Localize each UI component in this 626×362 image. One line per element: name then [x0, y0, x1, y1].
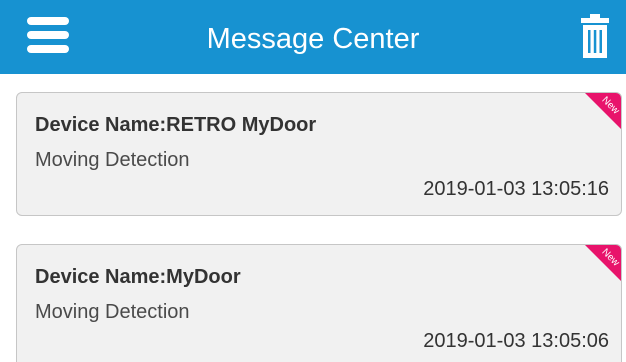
trash-icon-graphic [581, 14, 609, 58]
message-timestamp: 2019-01-03 13:05:06 [423, 330, 609, 352]
menu-line [27, 45, 69, 53]
menu-line [27, 31, 69, 39]
device-name: Device Name:MyDoor [35, 266, 241, 288]
message-card[interactable]: Device Name:RETRO MyDoor Moving Detectio… [16, 92, 622, 216]
new-badge: New [585, 93, 621, 129]
new-badge: New [585, 245, 621, 281]
menu-line [27, 17, 69, 25]
hamburger-menu-icon[interactable] [27, 15, 73, 57]
message-timestamp: 2019-01-03 13:05:16 [423, 178, 609, 200]
event-type: Moving Detection [35, 301, 190, 323]
event-type: Moving Detection [35, 149, 190, 171]
page-title: Message Center [206, 23, 420, 55]
message-center-screen: Message Center Device Name:RETRO MyDoor … [0, 0, 626, 362]
device-name: Device Name:RETRO MyDoor [35, 114, 317, 136]
trash-icon[interactable] [580, 14, 610, 60]
message-card[interactable]: Device Name:MyDoor Moving Detection 2019… [16, 244, 622, 362]
app-header: Message Center [0, 0, 626, 74]
